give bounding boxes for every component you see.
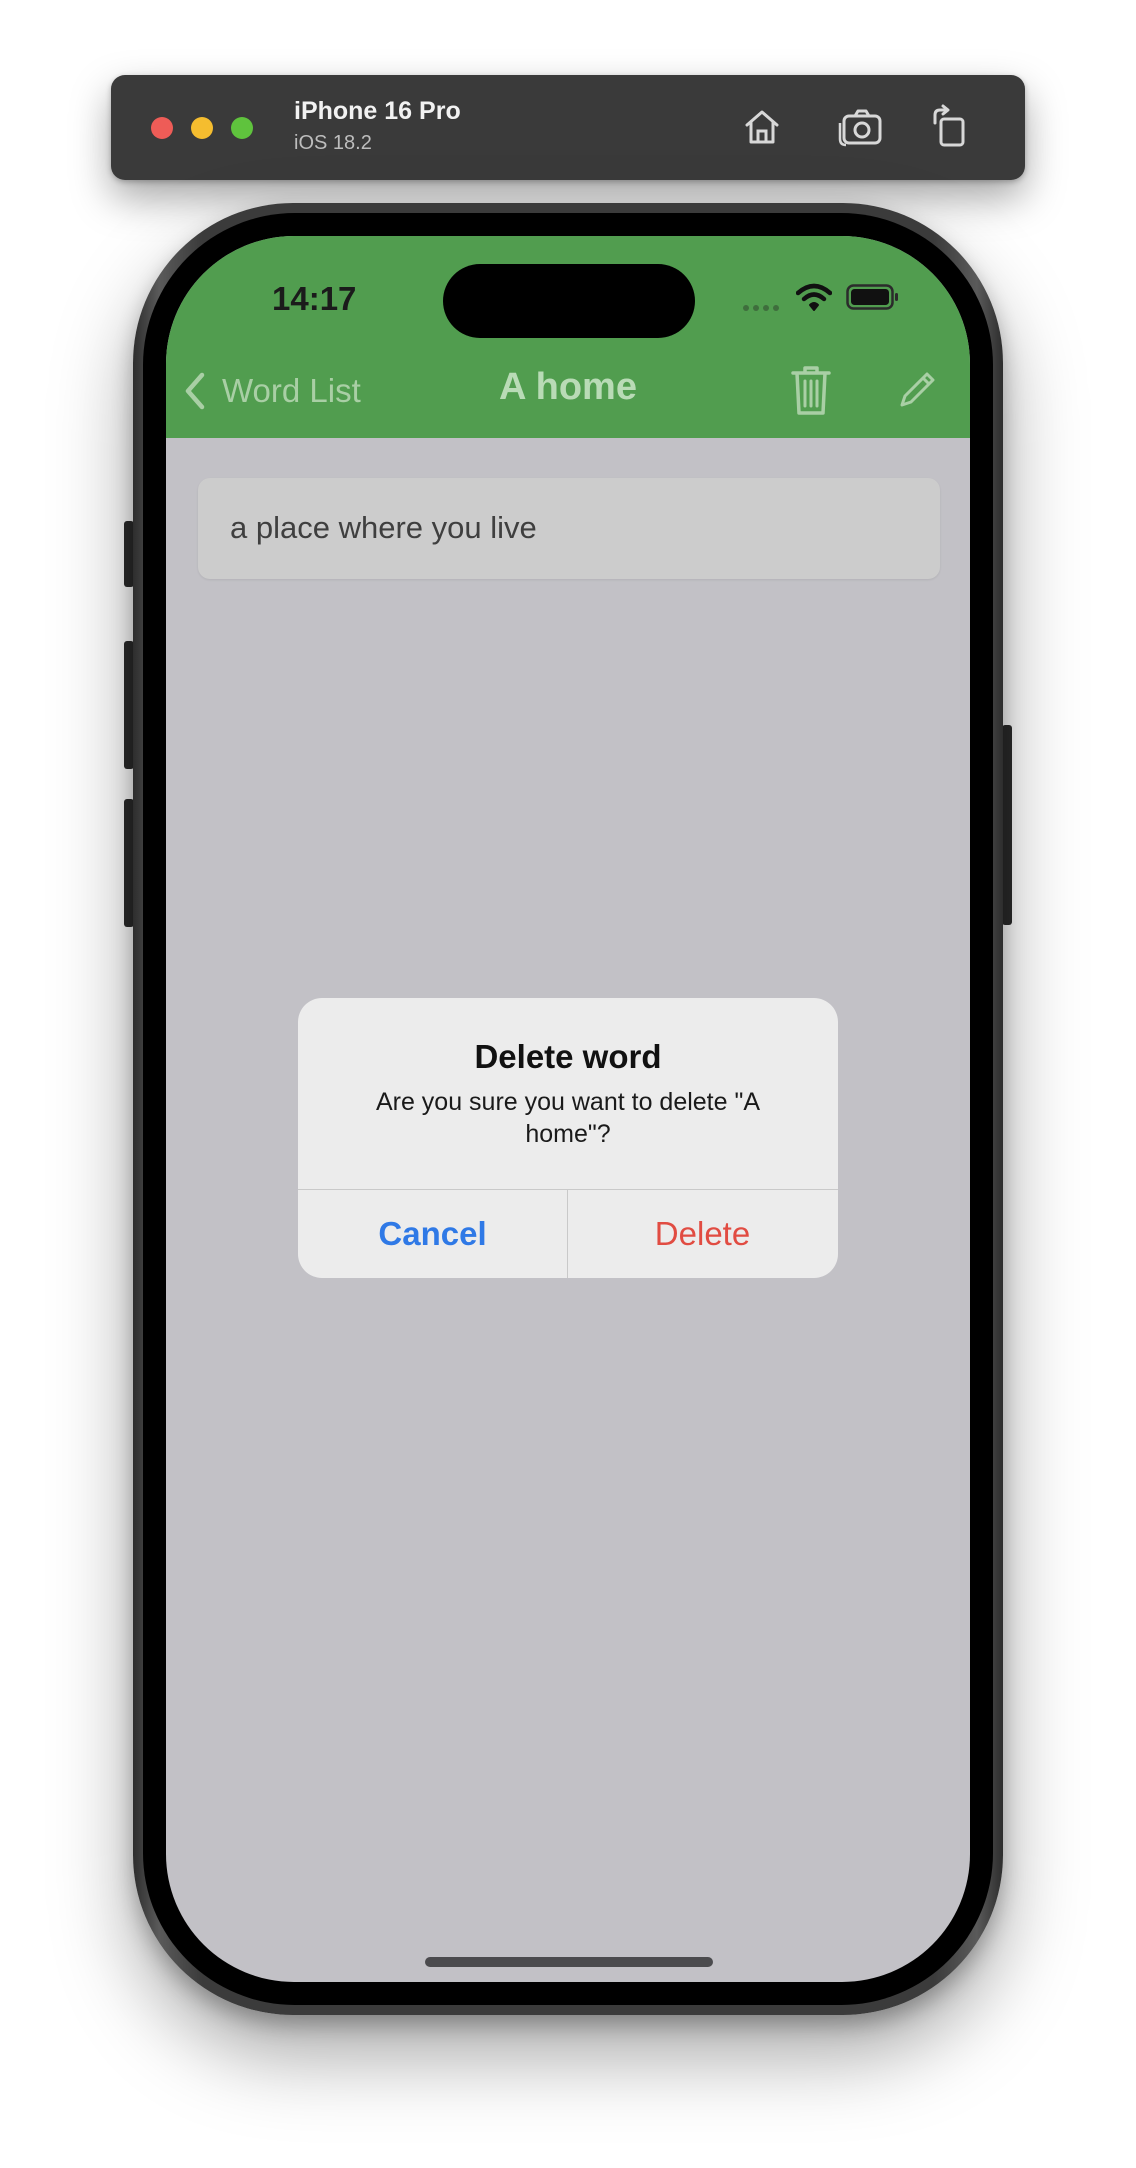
- device-name: iPhone 16 Pro: [294, 97, 461, 125]
- trash-icon[interactable]: [790, 364, 832, 416]
- simulator-title-bar: iPhone 16 Pro iOS 18.2: [111, 75, 1025, 180]
- wifi-icon: [796, 283, 832, 311]
- page-title: A home: [499, 366, 637, 408]
- zoom-window-button[interactable]: [231, 117, 253, 139]
- alert-message: Are you sure you want to delete "A home"…: [375, 1088, 761, 1148]
- battery-icon: [846, 284, 898, 310]
- cancel-button[interactable]: Cancel: [298, 1190, 567, 1278]
- rotate-icon[interactable]: [927, 103, 975, 151]
- delete-button[interactable]: Delete: [568, 1190, 837, 1278]
- pencil-icon[interactable]: [897, 370, 937, 410]
- stage: iPhone 16 Pro iOS 18.2 14:17 Word List A…: [0, 0, 1136, 2168]
- navigation-header: 14:17 Word List A home: [166, 236, 970, 438]
- status-time: 14:17: [272, 280, 357, 317]
- close-window-button[interactable]: [151, 117, 173, 139]
- definition-text: a place where you live: [230, 510, 537, 545]
- minimize-window-button[interactable]: [191, 117, 213, 139]
- home-indicator[interactable]: [425, 1957, 713, 1967]
- power-button: [1002, 725, 1012, 925]
- cellular-signal-icon: [743, 305, 779, 311]
- definition-card: a place where you live: [198, 478, 940, 579]
- screenshot-icon[interactable]: [838, 103, 886, 151]
- alert-title: Delete word: [474, 1038, 662, 1075]
- home-icon[interactable]: [738, 103, 786, 151]
- os-version: iOS 18.2: [294, 132, 372, 154]
- delete-alert-dialog: Delete word Are you sure you want to del…: [298, 998, 838, 1278]
- dynamic-island: [443, 264, 695, 338]
